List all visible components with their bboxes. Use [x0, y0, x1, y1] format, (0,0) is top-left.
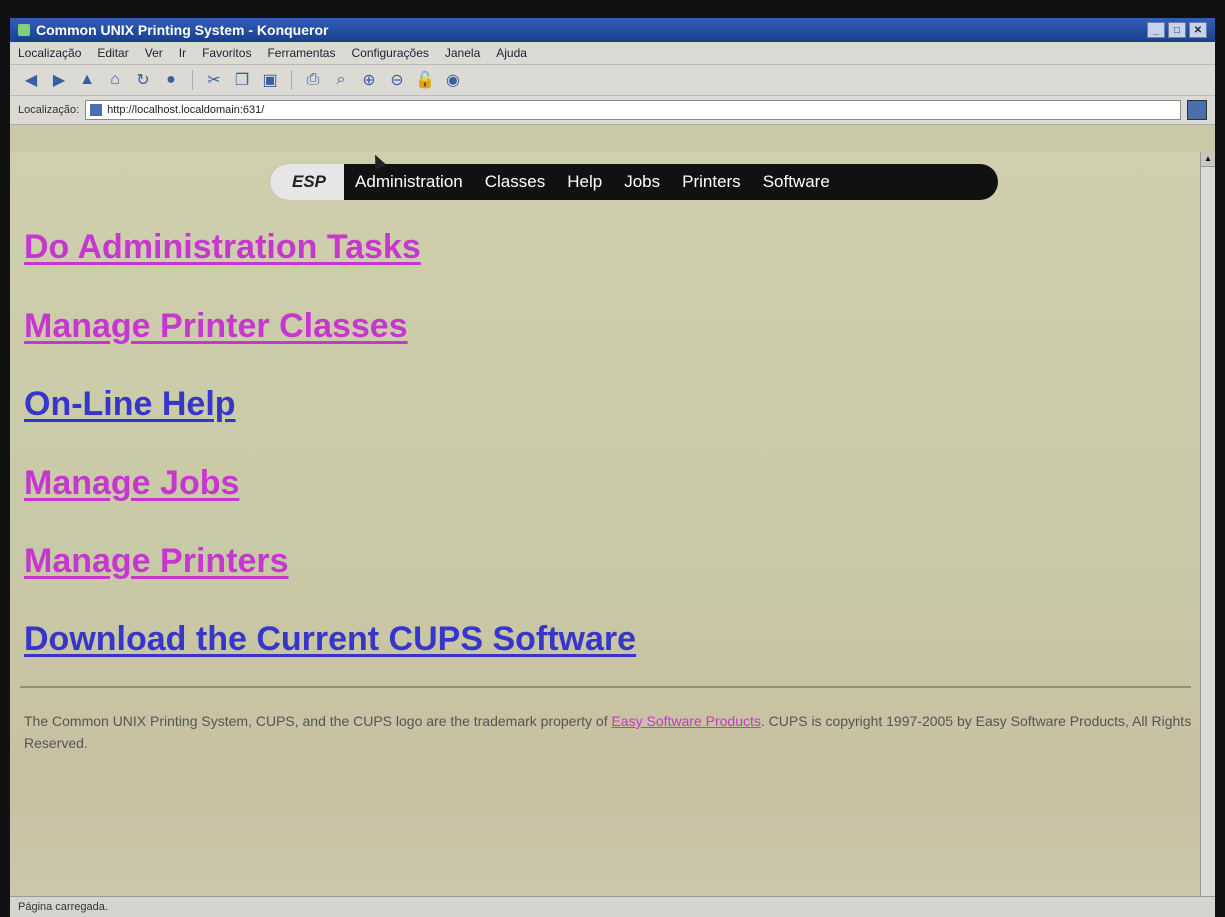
toolbar-separator: [192, 70, 193, 90]
location-label: Localização:: [18, 104, 80, 116]
cups-navbar: ESP Administration Classes Help Jobs Pri…: [270, 164, 998, 200]
location-bar: Localização: http://localhost.localdomai…: [10, 96, 1215, 125]
menubar: Localização Editar Ver Ir Favoritos Ferr…: [10, 42, 1215, 65]
nav-printers[interactable]: Printers: [671, 164, 752, 200]
manage-printers-link[interactable]: Manage Printers: [24, 542, 289, 581]
online-help-link[interactable]: On-Line Help: [24, 385, 236, 424]
divider: [20, 686, 1191, 688]
toolbar: ◀ ▶ ▲ ⌂ ↻ ● ✂ ❐ ▣ ⎙ ⌕ ⊕ ⊖ 🔓 ◉: [10, 65, 1215, 96]
window-controls: _ □ ✕: [1147, 22, 1207, 38]
paste-icon[interactable]: ▣: [259, 69, 281, 91]
menu-help[interactable]: Ajuda: [496, 46, 527, 60]
menu-window[interactable]: Janela: [445, 46, 480, 60]
favicon-icon: [90, 104, 103, 116]
menu-edit[interactable]: Editar: [97, 46, 128, 60]
up-icon[interactable]: ▲: [76, 69, 98, 91]
nav-jobs[interactable]: Jobs: [613, 164, 671, 200]
back-icon[interactable]: ◀: [20, 69, 42, 91]
download-cups-link[interactable]: Download the Current CUPS Software: [24, 620, 636, 659]
menu-bookmarks[interactable]: Favoritos: [202, 46, 251, 60]
maximize-button[interactable]: □: [1168, 22, 1186, 38]
zoom-in-icon[interactable]: ⊕: [358, 69, 380, 91]
print-icon[interactable]: ⎙: [302, 69, 324, 91]
admin-tasks-link[interactable]: Do Administration Tasks: [24, 228, 421, 267]
menu-tools[interactable]: Ferramentas: [267, 46, 335, 60]
status-bar: Página carregada.: [10, 896, 1215, 917]
forward-icon[interactable]: ▶: [48, 69, 70, 91]
nav-administration[interactable]: Administration: [344, 164, 474, 200]
go-button[interactable]: [1187, 100, 1207, 120]
screen: Common UNIX Printing System - Konqueror …: [10, 18, 1215, 917]
printer-classes-link[interactable]: Manage Printer Classes: [24, 307, 408, 346]
cut-icon[interactable]: ✂: [203, 69, 225, 91]
find-icon[interactable]: ⌕: [330, 69, 352, 91]
url-text: http://localhost.localdomain:631/: [107, 104, 265, 116]
home-icon[interactable]: ⌂: [104, 69, 126, 91]
menu-view[interactable]: Ver: [145, 46, 163, 60]
app-icon: [18, 24, 30, 36]
window-title: Common UNIX Printing System - Konqueror: [36, 22, 329, 38]
stop-icon[interactable]: ●: [160, 69, 182, 91]
nav-software[interactable]: Software: [752, 164, 841, 200]
scroll-up-icon[interactable]: ▲: [1201, 152, 1215, 167]
vertical-scrollbar[interactable]: ▲: [1200, 152, 1215, 897]
extension-icon[interactable]: ◉: [442, 69, 464, 91]
url-input[interactable]: http://localhost.localdomain:631/: [85, 100, 1181, 120]
esp-logo[interactable]: ESP: [270, 164, 345, 200]
security-icon[interactable]: 🔓: [414, 69, 436, 91]
zoom-out-icon[interactable]: ⊖: [386, 69, 408, 91]
menu-location[interactable]: Localização: [18, 46, 81, 60]
page-content: ESP Administration Classes Help Jobs Pri…: [10, 152, 1201, 897]
nav-help[interactable]: Help: [556, 164, 613, 200]
toolbar-separator: [291, 70, 292, 90]
minimize-button[interactable]: _: [1147, 22, 1165, 38]
footer-text-before: The Common UNIX Printing System, CUPS, a…: [24, 713, 612, 729]
nav-classes[interactable]: Classes: [474, 164, 556, 200]
menu-go[interactable]: Ir: [179, 46, 186, 60]
easy-software-link[interactable]: Easy Software Products: [611, 713, 760, 729]
menu-settings[interactable]: Configurações: [351, 46, 428, 60]
reload-icon[interactable]: ↻: [132, 69, 154, 91]
copy-icon[interactable]: ❐: [231, 69, 253, 91]
footer-text: The Common UNIX Printing System, CUPS, a…: [24, 710, 1194, 754]
manage-jobs-link[interactable]: Manage Jobs: [24, 464, 239, 503]
window-titlebar[interactable]: Common UNIX Printing System - Konqueror …: [10, 18, 1215, 42]
close-button[interactable]: ✕: [1189, 22, 1207, 38]
status-text: Página carregada.: [18, 901, 108, 913]
